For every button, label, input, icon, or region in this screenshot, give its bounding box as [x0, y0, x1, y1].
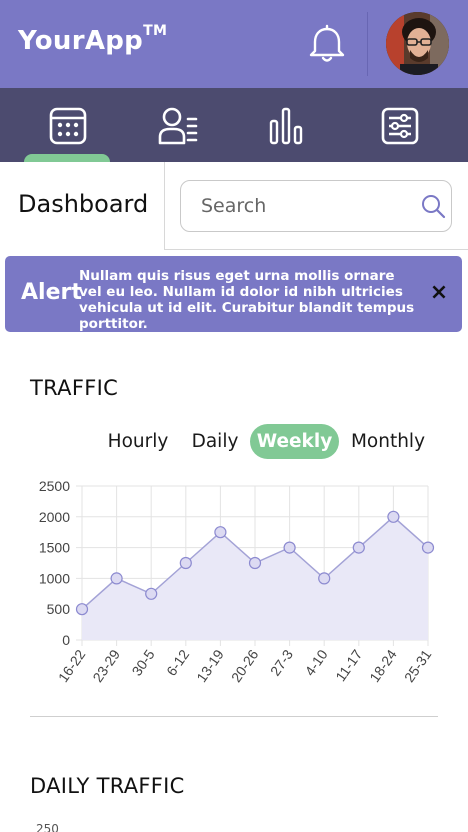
x-tick-label: 20-26 — [228, 646, 262, 685]
avatar-photo — [386, 12, 449, 75]
period-weekly[interactable]: Weekly — [250, 424, 339, 459]
alert-message: Nullam quis risus eget urna mollis ornar… — [79, 268, 415, 332]
y-tick-label: 500 — [47, 601, 71, 617]
data-point — [387, 510, 400, 523]
y-tick-label: 0 — [62, 632, 70, 648]
period-daily[interactable]: Daily — [185, 424, 245, 459]
alert-label: Alert — [21, 280, 82, 305]
y-tick-label: 1500 — [39, 540, 70, 556]
trademark-mark: TM — [143, 23, 168, 40]
alert-banner: Alert Nullam quis risus eget urna mollis… — [5, 256, 462, 332]
sliders-icon — [381, 107, 419, 145]
header-divider — [367, 12, 368, 76]
data-point — [179, 556, 192, 570]
y-tick-label: 1000 — [39, 570, 70, 586]
x-tick-label: 23-29 — [89, 646, 123, 685]
section-divider — [30, 716, 438, 717]
x-tick-label: 27-3 — [267, 646, 296, 678]
traffic-chart: 0 500 1000 1500 2000 2500 16-22 23-29 30-5 6-12 13… — [39, 478, 435, 685]
y-tick-label: 2000 — [39, 509, 70, 525]
tab-settings[interactable] — [376, 102, 424, 150]
data-point — [318, 572, 331, 585]
period-hourly[interactable]: Hourly — [101, 424, 175, 459]
traffic-title: TRAFFIC — [30, 376, 119, 400]
period-monthly[interactable]: Monthly — [344, 424, 432, 459]
active-tab-indicator — [24, 154, 110, 162]
x-tick-label: 6-12 — [163, 646, 192, 678]
data-point — [421, 541, 435, 554]
x-tick-label: 11-17 — [332, 646, 365, 684]
page-title: Dashboard — [18, 190, 149, 218]
search-bar — [164, 162, 468, 250]
data-point — [283, 541, 296, 554]
daily-chart-tick: 250 — [36, 822, 59, 832]
users-list-icon — [158, 107, 198, 145]
daily-traffic-title: DAILY TRAFFIC — [30, 774, 185, 798]
search-input[interactable] — [180, 180, 452, 232]
bar-chart-icon — [269, 107, 303, 145]
search-icon[interactable] — [420, 193, 446, 219]
data-point — [352, 541, 365, 554]
tab-calendar[interactable] — [44, 102, 92, 150]
x-tick-label: 30-5 — [128, 646, 157, 678]
tab-users[interactable] — [154, 102, 202, 150]
data-point — [248, 556, 262, 570]
user-avatar[interactable] — [386, 12, 449, 75]
data-point — [214, 526, 227, 539]
app-header: YourAppTM — [0, 0, 468, 88]
app-name: YourApp — [18, 26, 144, 56]
x-tick-label: 18-24 — [366, 646, 400, 685]
x-tick-label: 25-31 — [401, 646, 435, 685]
period-tabs: Hourly Daily Weekly Monthly — [0, 424, 468, 460]
data-point — [110, 572, 123, 585]
bell-icon[interactable] — [306, 24, 348, 66]
y-tick-label: 2500 — [39, 478, 70, 494]
tab-analytics[interactable] — [262, 102, 310, 150]
app-logo[interactable]: YourAppTM — [18, 23, 168, 56]
x-tick-label: 4-10 — [301, 646, 330, 678]
calendar-icon — [49, 107, 87, 145]
x-tick-label: 13-19 — [193, 646, 227, 685]
close-icon[interactable]: × — [429, 282, 449, 304]
data-point — [145, 587, 158, 600]
data-point — [75, 603, 89, 616]
tab-bar — [0, 88, 468, 162]
x-tick-label: 16-22 — [55, 646, 89, 685]
